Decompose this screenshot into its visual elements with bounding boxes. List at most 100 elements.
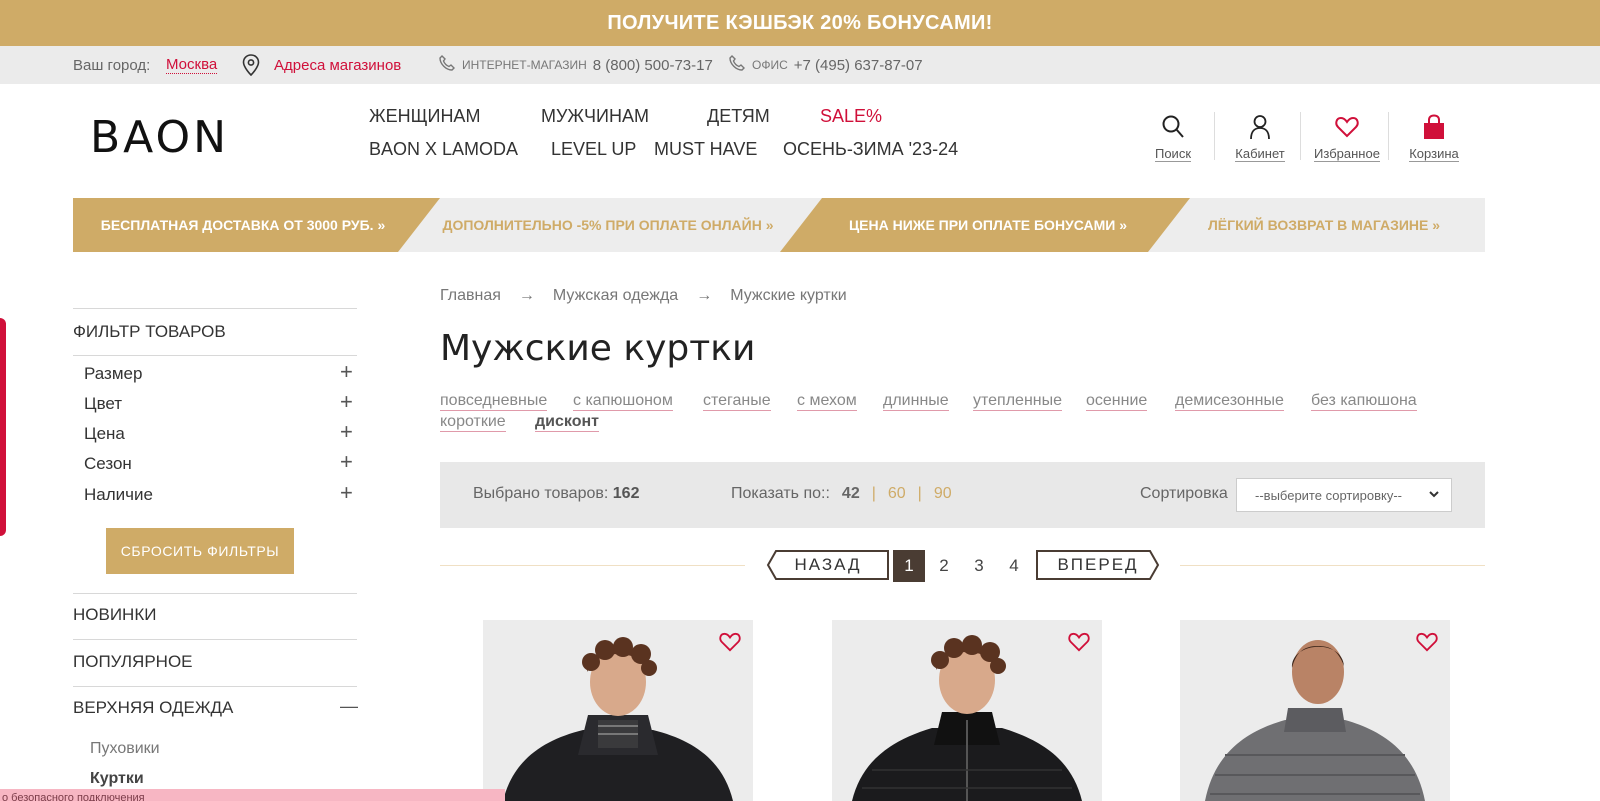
benefits-strip: БЕСПЛАТНАЯ ДОСТАВКА ОТ 3000 РУБ. » ДОПОЛ…: [73, 198, 1485, 252]
side-feedback-tab[interactable]: [0, 318, 6, 536]
benefit-online-discount[interactable]: ДОПОЛНИТЕЛЬНО -5% ПРИ ОПЛАТЕ ОНЛАЙН »: [413, 198, 803, 252]
subsection-down-jackets[interactable]: Пуховики: [90, 740, 160, 758]
benefit-bonus-price[interactable]: ЦЕНА НИЖЕ ПРИ ОПЛАТЕ БОНУСАМИ »: [793, 198, 1183, 252]
city-link[interactable]: Москва: [166, 56, 218, 74]
per-page-option[interactable]: 60: [888, 485, 906, 503]
header-divider: [1300, 112, 1301, 160]
page-number[interactable]: 4: [998, 550, 1030, 582]
prev-page-button[interactable]: НАЗАД: [766, 550, 890, 580]
plus-icon[interactable]: +: [340, 361, 353, 383]
benefit-free-delivery-text: БЕСПЛАТНАЯ ДОСТАВКА ОТ 3000 РУБ.: [100, 217, 374, 233]
breadcrumb-mens-clothing[interactable]: Мужская одежда: [553, 287, 678, 305]
account-button[interactable]: Кабинет: [1220, 114, 1300, 162]
nav-men[interactable]: МУЖЧИНАМ: [541, 106, 649, 127]
per-page-selector: Показать по:: 42 | 60 | 90: [731, 485, 952, 503]
nav-sale[interactable]: SALE%: [820, 106, 882, 127]
filter-color[interactable]: Цвет: [84, 394, 122, 414]
heart-icon[interactable]: [1416, 632, 1438, 657]
sidebar-divider: [73, 355, 357, 356]
phone-icon: [438, 54, 456, 76]
filter-heading: ФИЛЬТР ТОВАРОВ: [73, 322, 226, 341]
tag-link[interactable]: повседневные: [440, 392, 548, 411]
section-outerwear[interactable]: ВЕРХНЯЯ ОДЕЖДА: [73, 698, 233, 718]
eshop-label: ИНТЕРНЕТ-МАГАЗИН: [462, 58, 587, 72]
tag-link[interactable]: без капюшона: [1311, 392, 1417, 411]
header-divider: [1388, 112, 1389, 160]
search-button[interactable]: Поиск: [1133, 114, 1213, 162]
connection-notice: о безопасного подключения: [0, 789, 505, 801]
tag-link[interactable]: стеганые: [703, 392, 771, 411]
nav-baon-x-lamoda[interactable]: BAON X LAMODA: [369, 139, 518, 160]
minus-icon[interactable]: —: [340, 696, 358, 716]
section-popular[interactable]: ПОПУЛЯРНОЕ: [73, 652, 193, 672]
favorites-button[interactable]: Избранное: [1307, 114, 1387, 162]
nav-must-have[interactable]: MUST HAVE: [654, 139, 757, 160]
account-label: Кабинет: [1235, 146, 1285, 162]
heart-icon[interactable]: [719, 632, 741, 657]
header-divider: [1214, 112, 1215, 160]
section-new[interactable]: НОВИНКИ: [73, 605, 156, 625]
sort-select[interactable]: --выберите сортировку--: [1236, 478, 1452, 512]
benefit-free-delivery[interactable]: БЕСПЛАТНАЯ ДОСТАВКА ОТ 3000 РУБ. »: [73, 198, 413, 252]
product-card[interactable]: [483, 620, 753, 801]
filter-size[interactable]: Размер: [84, 364, 142, 384]
office-label: ОФИС: [752, 58, 788, 72]
favorites-label: Избранное: [1314, 146, 1380, 162]
page-number-current[interactable]: 1: [893, 550, 925, 582]
per-page-option[interactable]: 90: [934, 485, 952, 503]
product-photo: [832, 620, 1102, 801]
plus-icon[interactable]: +: [340, 391, 353, 413]
nav-autumn-winter[interactable]: ОСЕНЬ-ЗИМА '23-24: [783, 139, 958, 160]
tag-link[interactable]: утепленные: [973, 392, 1063, 411]
product-count-label: Выбрано товаров:: [473, 485, 609, 502]
plus-icon[interactable]: +: [340, 451, 353, 473]
eshop-phone[interactable]: ИНТЕРНЕТ-МАГАЗИН 8 (800) 500-73-17: [438, 54, 713, 76]
filter-price[interactable]: Цена: [84, 424, 125, 444]
tag-link[interactable]: длинные: [883, 392, 949, 411]
product-card[interactable]: [832, 620, 1102, 801]
tag-link[interactable]: с мехом: [797, 392, 857, 411]
filter-season[interactable]: Сезон: [84, 454, 132, 474]
page-number[interactable]: 2: [928, 550, 960, 582]
filter-availability[interactable]: Наличие: [84, 485, 153, 505]
tag-link-active[interactable]: дисконт: [535, 413, 599, 432]
nav-level-up[interactable]: LEVEL UP: [551, 139, 636, 160]
plus-icon[interactable]: +: [340, 421, 353, 443]
breadcrumb-current: Мужские куртки: [730, 287, 847, 304]
pager-divider: [440, 565, 745, 566]
breadcrumb-home[interactable]: Главная: [440, 287, 501, 305]
cart-button[interactable]: Корзина: [1394, 114, 1474, 162]
promo-banner[interactable]: ПОЛУЧИТЕ КЭШБЭК 20% БОНУСАМИ!: [0, 0, 1600, 46]
per-page-label: Показать по::: [731, 485, 830, 502]
sidebar-divider: [73, 686, 357, 687]
nav-kids[interactable]: ДЕТЯМ: [707, 106, 770, 127]
office-phone-number: +7 (495) 637-87-07: [793, 56, 923, 74]
nav-women[interactable]: ЖЕНЩИНАМ: [369, 106, 480, 127]
page-number[interactable]: 3: [963, 550, 995, 582]
per-page-separator: |: [871, 485, 876, 502]
benefit-easy-return[interactable]: ЛЁГКИЙ ВОЗВРАТ В МАГАЗИНЕ »: [1163, 198, 1485, 252]
store-addresses-link[interactable]: Адреса магазинов: [274, 57, 401, 74]
heart-icon[interactable]: [1068, 632, 1090, 657]
chevron-down-icon: [1427, 487, 1441, 504]
product-card[interactable]: [1180, 620, 1450, 801]
next-page-button[interactable]: ВПЕРЕД: [1036, 550, 1160, 580]
per-page-option[interactable]: 42: [842, 485, 860, 503]
tag-link[interactable]: осенние: [1086, 392, 1148, 411]
double-chevron-icon: »: [1432, 217, 1441, 233]
sidebar-divider: [73, 593, 357, 594]
search-label: Поиск: [1154, 146, 1192, 162]
tag-link[interactable]: с капюшоном: [573, 392, 673, 411]
subsection-jackets[interactable]: Куртки: [90, 770, 144, 788]
baon-logo[interactable]: BAON: [90, 112, 229, 163]
plus-icon[interactable]: +: [340, 482, 353, 504]
benefit-bonus-price-text: ЦЕНА НИЖЕ ПРИ ОПЛАТЕ БОНУСАМИ: [848, 217, 1116, 233]
search-icon: [1161, 115, 1185, 143]
reset-filters-button[interactable]: СБРОСИТЬ ФИЛЬТРЫ: [106, 528, 294, 574]
tag-link[interactable]: демисезонные: [1175, 392, 1284, 411]
per-page-separator: |: [917, 485, 922, 502]
product-photo: [1180, 620, 1450, 801]
promo-banner-text: ПОЛУЧИТЕ КЭШБЭК 20% БОНУСАМИ!: [607, 11, 993, 34]
office-phone[interactable]: ОФИС +7 (495) 637-87-07: [728, 54, 923, 76]
tag-link[interactable]: короткие: [440, 413, 506, 432]
